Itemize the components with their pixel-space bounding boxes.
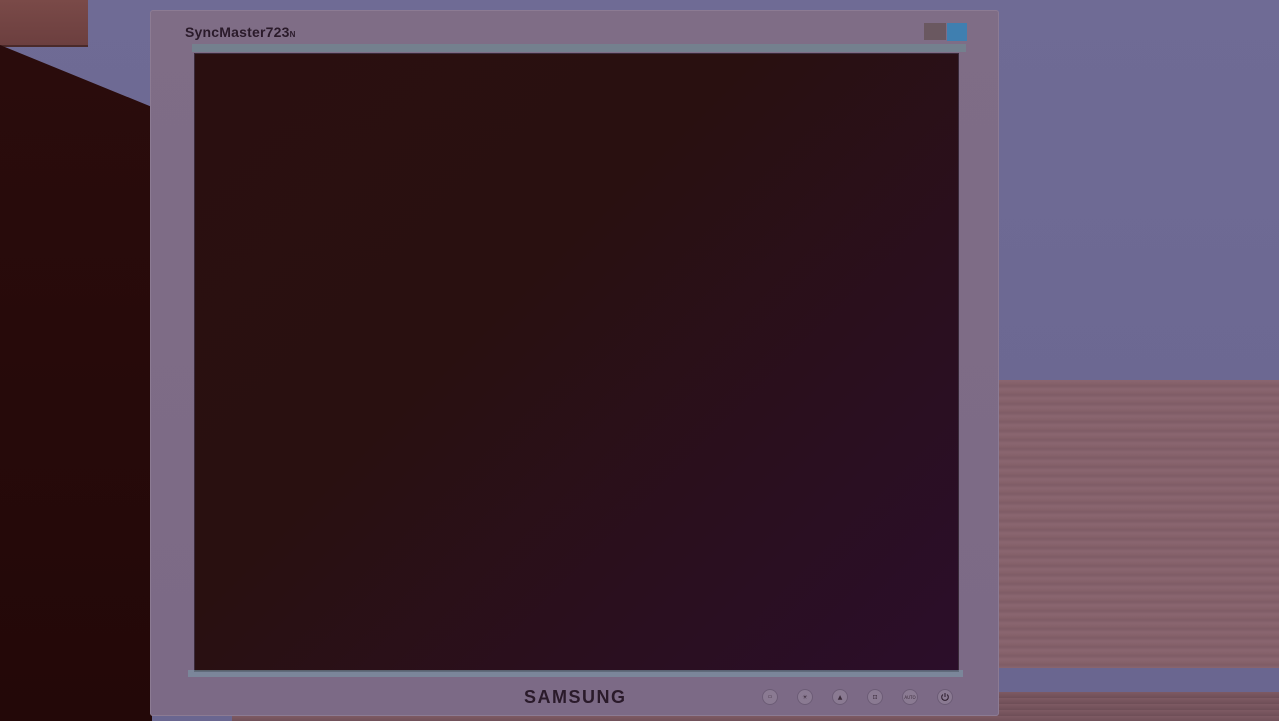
menu-icon: ▭ — [767, 694, 773, 700]
power-button[interactable] — [937, 689, 953, 705]
cabinet — [0, 45, 152, 721]
power-icon — [941, 693, 949, 701]
up-icon: ▲ — [837, 693, 843, 701]
auto-icon: AUTO — [904, 694, 916, 700]
monitor: SyncMaster723N SAMSUNG ▭ ☀ ▲ ⊡ AUTO — [150, 10, 999, 716]
up-button[interactable]: ▲ — [832, 689, 848, 705]
model-label: SyncMaster723N — [185, 24, 296, 40]
enter-button[interactable]: ⊡ — [867, 689, 883, 705]
brand-logo: SAMSUNG — [524, 687, 627, 707]
bezel-inner-top — [192, 44, 966, 52]
model-label-text: SyncMaster723 — [185, 24, 290, 40]
brightness-icon: ☀ — [802, 693, 808, 701]
bezel-inner-bottom — [188, 670, 963, 677]
brightness-button[interactable]: ☀ — [797, 689, 813, 705]
shelf-box — [0, 0, 88, 47]
desk-surface — [996, 380, 1279, 668]
menu-button[interactable]: ▭ — [762, 689, 778, 705]
model-suffix: N — [289, 30, 296, 39]
indicator-square-right — [947, 23, 967, 41]
enter-icon: ⊡ — [872, 693, 878, 701]
scene: SyncMaster723N SAMSUNG ▭ ☀ ▲ ⊡ AUTO — [0, 0, 1279, 721]
auto-button[interactable]: AUTO — [902, 689, 918, 705]
monitor-screen[interactable] — [194, 53, 959, 672]
indicator-square-left — [924, 23, 946, 40]
